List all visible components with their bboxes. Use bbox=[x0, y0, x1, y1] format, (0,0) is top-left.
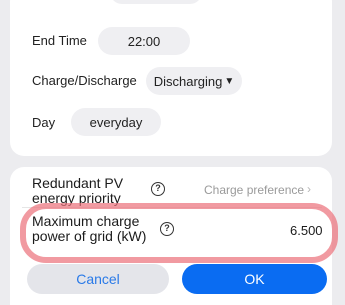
max-grid-charge-label: Maximum charge power of grid (kW) bbox=[32, 213, 147, 244]
triangle-down-icon: ▼ bbox=[224, 75, 235, 87]
divider bbox=[22, 207, 322, 208]
schedule-card: End Time 22:00 Charge/Discharge Discharg… bbox=[10, 0, 332, 156]
max-grid-charge-value[interactable]: 6.500 bbox=[290, 223, 323, 238]
question-circle-icon[interactable]: ? bbox=[151, 182, 165, 196]
start-time-pill[interactable] bbox=[110, 0, 202, 4]
charge-discharge-dropdown[interactable]: Discharging ▼ bbox=[146, 67, 242, 95]
day-label: Day bbox=[32, 115, 56, 130]
charge-discharge-value: Discharging bbox=[153, 73, 223, 89]
ok-button[interactable]: OK bbox=[182, 264, 327, 294]
redundant-pv-value: Charge preference bbox=[204, 183, 305, 197]
end-time-picker[interactable]: 22:00 bbox=[98, 27, 190, 55]
redundant-pv-label: Redundant PV energy priority bbox=[32, 175, 124, 206]
question-circle-icon[interactable]: ? bbox=[160, 222, 174, 236]
cancel-button[interactable]: Cancel bbox=[27, 264, 169, 294]
end-time-label: End Time bbox=[32, 33, 87, 48]
day-picker[interactable]: everyday bbox=[71, 108, 161, 136]
charge-discharge-label: Charge/Discharge bbox=[32, 73, 137, 88]
chevron-right-icon: › bbox=[307, 182, 311, 196]
